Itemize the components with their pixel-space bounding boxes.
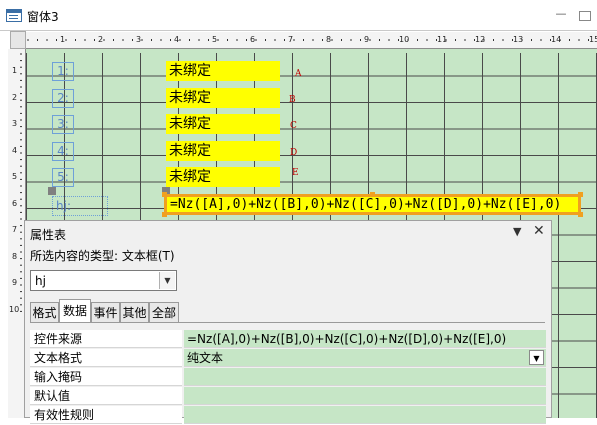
textbox-a[interactable]: 未绑定 xyxy=(166,61,280,81)
letter-d: D xyxy=(290,148,298,158)
number-label-5[interactable]: 5: xyxy=(52,168,74,187)
property-row[interactable]: 控件来源 =Nz([A],0)+Nz([B],0)+Nz([C],0)+Nz([… xyxy=(30,330,546,349)
form-title-bar: 窗体3 — xyxy=(0,0,597,31)
ruler-label: 4 xyxy=(12,146,18,155)
ruler-label: 6 xyxy=(12,199,18,208)
tab-format[interactable]: 格式 xyxy=(30,302,59,322)
control-selector[interactable]: hj ▼ xyxy=(30,270,177,291)
form-icon xyxy=(6,9,22,22)
tab-data[interactable]: 数据 xyxy=(59,299,91,322)
ruler-label: 15 xyxy=(589,35,597,44)
ruler-label: 6 xyxy=(250,35,256,44)
textbox-b[interactable]: 未绑定 xyxy=(166,88,280,108)
property-sheet-title: 属性表 xyxy=(30,228,67,242)
property-label: 输入掩码 xyxy=(30,368,182,386)
resize-handle[interactable] xyxy=(370,192,375,197)
ruler-label: 1 xyxy=(60,35,66,44)
hj-label[interactable]: hj: xyxy=(52,196,108,216)
ruler-label: 14 xyxy=(551,35,562,44)
number-label-2[interactable]: 2: xyxy=(52,89,74,108)
ruler-label: 9 xyxy=(12,278,18,287)
textbox-d[interactable]: 未绑定 xyxy=(166,141,280,161)
property-row[interactable]: 有效性规则 xyxy=(30,406,546,425)
ruler-label: 13 xyxy=(513,35,524,44)
property-label: 有效性规则 xyxy=(30,406,182,424)
ruler-label: 11 xyxy=(437,35,448,44)
property-value[interactable] xyxy=(184,368,546,386)
textbox-c[interactable]: 未绑定 xyxy=(166,114,280,134)
ruler-label: 12 xyxy=(475,35,486,44)
ruler-label: 5 xyxy=(212,35,218,44)
property-value[interactable] xyxy=(184,387,546,405)
textbox-e[interactable]: 未绑定 xyxy=(166,167,280,187)
selection-type-label: 所选内容的类型: 文本框(T) xyxy=(30,249,175,263)
property-value-text: 纯文本 xyxy=(187,351,224,365)
ruler-label: 3 xyxy=(136,35,142,44)
ruler-corner[interactable] xyxy=(10,31,26,49)
property-row[interactable]: 默认值 xyxy=(30,387,546,406)
ruler-label: 9 xyxy=(364,35,370,44)
grid-top-band xyxy=(26,49,597,53)
horizontal-ruler-ticks xyxy=(27,39,589,41)
ruler-label: 2 xyxy=(98,35,104,44)
ruler-label: 4 xyxy=(174,35,180,44)
tab-divider xyxy=(30,322,545,323)
dropdown-arrow-icon[interactable]: ▼ xyxy=(513,225,521,238)
chevron-down-icon[interactable]: ▼ xyxy=(529,350,544,365)
ruler-label: 7 xyxy=(288,35,294,44)
property-value[interactable]: =Nz([A],0)+Nz([B],0)+Nz([C],0)+Nz([D],0)… xyxy=(184,330,546,348)
ruler-label: 8 xyxy=(326,35,332,44)
ruler-label: 3 xyxy=(12,119,18,128)
ruler-label: 5 xyxy=(12,172,18,181)
resize-handle[interactable] xyxy=(578,192,583,197)
property-row[interactable]: 输入掩码 xyxy=(30,368,546,387)
resize-handle[interactable] xyxy=(578,212,583,217)
horizontal-ruler[interactable]: 1 2 3 4 5 6 7 8 9 10 11 12 13 14 15 xyxy=(26,32,597,49)
ruler-label: 10 xyxy=(9,305,20,314)
letter-c: C xyxy=(290,121,297,131)
ruler-label: 10 xyxy=(399,35,410,44)
property-value[interactable]: 纯文本 ▼ xyxy=(184,349,546,367)
move-handle[interactable] xyxy=(48,187,56,195)
close-icon[interactable]: ✕ xyxy=(533,223,545,239)
property-row[interactable]: 文本格式 纯文本 ▼ xyxy=(30,349,546,368)
ruler-label: 2 xyxy=(12,93,18,102)
property-value[interactable] xyxy=(184,406,546,424)
ruler-label: 8 xyxy=(12,252,18,261)
resize-handle[interactable] xyxy=(162,212,167,217)
letter-a: A xyxy=(295,69,302,79)
number-label-1[interactable]: 1: xyxy=(52,62,74,81)
number-label-3[interactable]: 3: xyxy=(52,115,74,134)
resize-handle[interactable] xyxy=(162,192,167,197)
ruler-label: 7 xyxy=(12,225,18,234)
tab-event[interactable]: 事件 xyxy=(91,302,120,322)
tab-all[interactable]: 全部 xyxy=(149,302,179,322)
letter-e: E xyxy=(292,168,299,178)
control-selector-value: hj xyxy=(35,274,46,288)
property-label: 控件来源 xyxy=(30,330,182,348)
property-sheet: 属性表 ▼ ✕ 所选内容的类型: 文本框(T) hj ▼ 格式 数据 事件 其他… xyxy=(24,220,552,424)
form-title: 窗体3 xyxy=(27,10,59,24)
ruler-label: 1 xyxy=(12,66,18,75)
minimize-icon[interactable]: — xyxy=(554,8,568,20)
chevron-down-icon[interactable]: ▼ xyxy=(159,272,175,289)
number-label-4[interactable]: 4: xyxy=(52,142,74,161)
tab-other[interactable]: 其他 xyxy=(120,302,149,322)
restore-icon[interactable] xyxy=(579,11,591,21)
property-label: 默认值 xyxy=(30,387,182,405)
letter-b: B xyxy=(289,95,296,105)
hj-textbox[interactable]: =Nz([A],0)+Nz([B],0)+Nz([C],0)+Nz([D],0)… xyxy=(164,194,581,215)
property-label: 文本格式 xyxy=(30,349,182,367)
